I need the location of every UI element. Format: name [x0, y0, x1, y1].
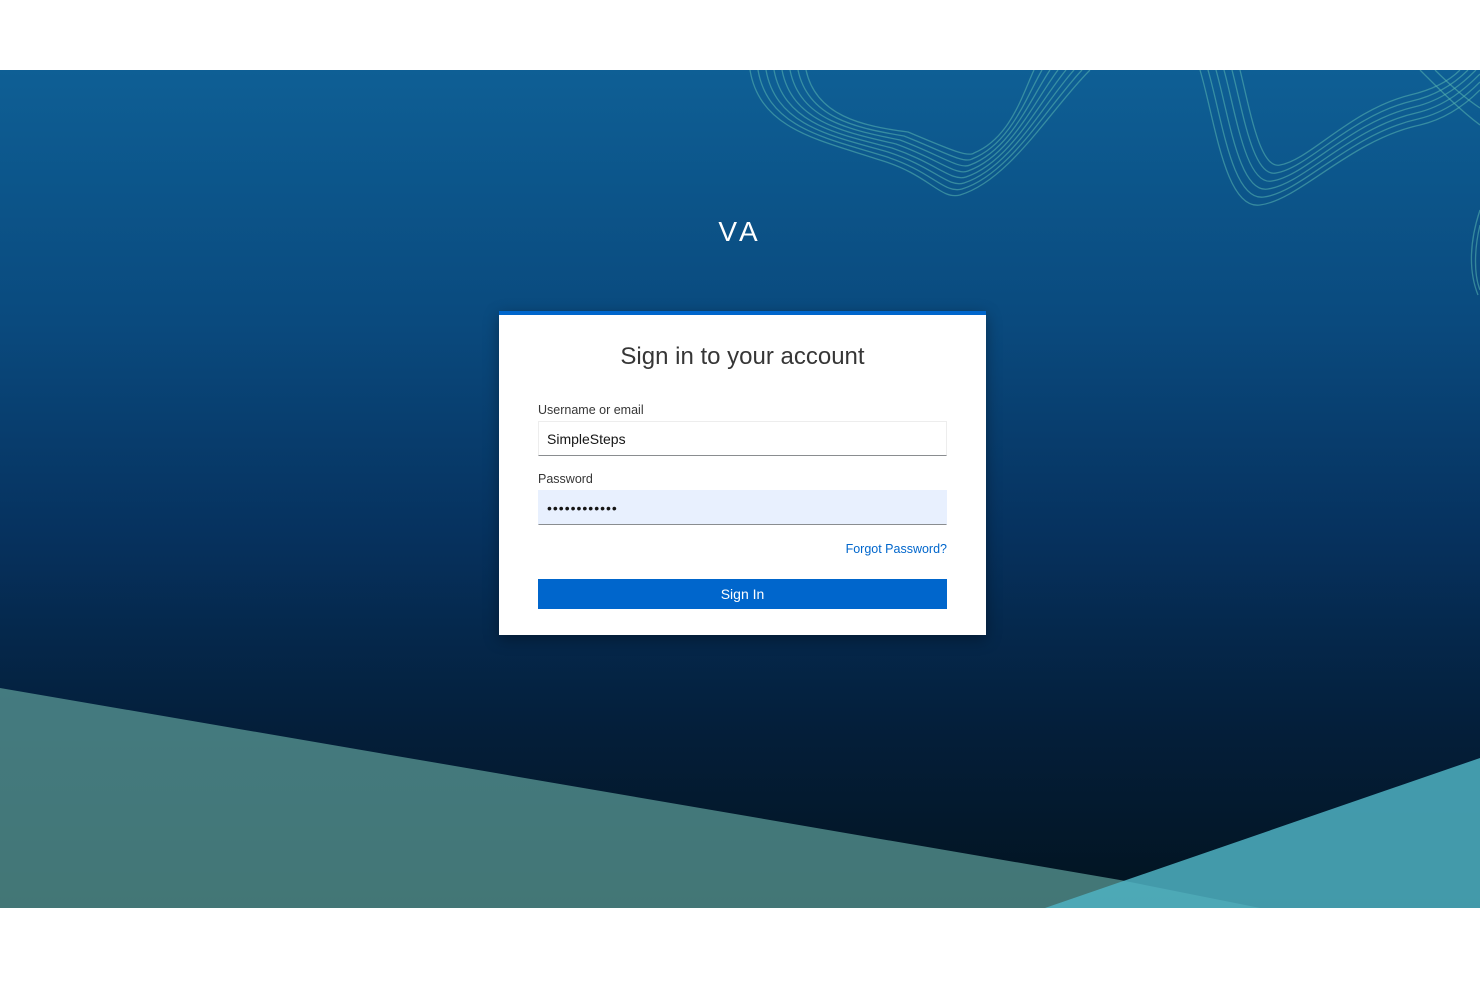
login-card: Sign in to your account Username or emai…	[499, 311, 986, 635]
password-label: Password	[538, 472, 593, 486]
hero-background: VA Sign in to your account Username or e…	[0, 70, 1480, 908]
login-page: VA Sign in to your account Username or e…	[0, 0, 1480, 987]
username-label: Username or email	[538, 403, 644, 417]
sign-in-button[interactable]: Sign In	[538, 579, 947, 609]
teal-plane-left	[0, 688, 1260, 908]
forgot-password-link[interactable]: Forgot Password?	[846, 542, 947, 556]
wave-lines-group	[749, 70, 1480, 296]
password-input[interactable]	[538, 490, 947, 525]
username-input[interactable]	[538, 421, 947, 456]
login-heading: Sign in to your account	[620, 343, 865, 370]
realm-title: VA	[718, 216, 762, 247]
teal-plane-right	[1045, 758, 1480, 908]
